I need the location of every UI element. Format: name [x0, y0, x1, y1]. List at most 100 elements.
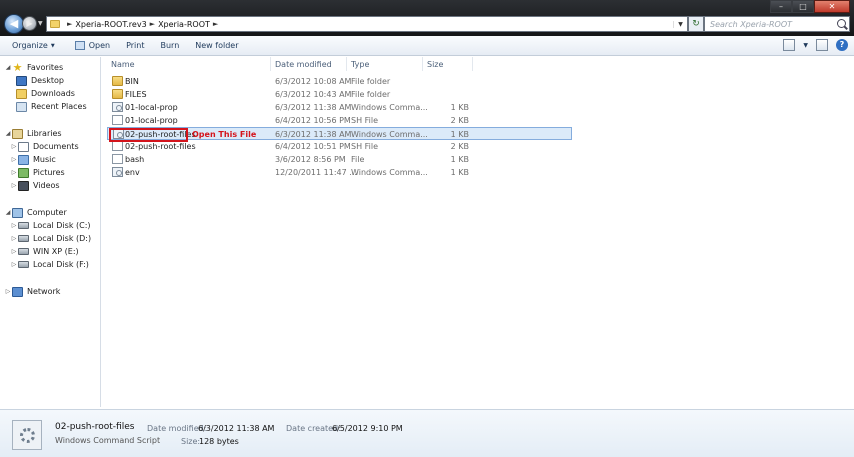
expand-right-icon[interactable]: ▷: [10, 235, 18, 242]
details-size-label: Size:: [181, 437, 201, 446]
refresh-button[interactable]: ↻: [688, 16, 704, 32]
nav-documents[interactable]: ▷ Documents: [10, 140, 79, 153]
nav-drive-c[interactable]: ▷ Local Disk (C:): [10, 219, 91, 232]
folder-icon: [50, 20, 60, 28]
address-bar[interactable]: ► Xperia-ROOT.rev3 ► Xperia-ROOT ► ▼: [46, 16, 688, 32]
nav-libraries[interactable]: ◢ Libraries: [4, 127, 62, 140]
breadcrumb-xperia-root-rev3[interactable]: Xperia-ROOT.rev3: [75, 20, 146, 29]
details-size: 128 bytes: [199, 437, 239, 446]
breadcrumb-xperia-root[interactable]: Xperia-ROOT: [158, 20, 210, 29]
column-header-size[interactable]: Size: [423, 57, 473, 71]
nav-downloads[interactable]: Downloads: [16, 87, 75, 100]
nav-recent-places[interactable]: Recent Places: [16, 100, 87, 113]
nav-label: Local Disk (D:): [33, 234, 92, 243]
expand-down-icon[interactable]: ◢: [4, 130, 12, 137]
file-row-bash[interactable]: bash 3/6/2012 8:56 PM File 1 KB: [107, 153, 572, 166]
expand-down-icon[interactable]: ◢: [4, 64, 12, 71]
open-button[interactable]: Open: [69, 41, 116, 50]
file-list: Name Date modified Type Size BIN 6/3/201…: [102, 57, 854, 407]
nav-label: Downloads: [31, 89, 75, 98]
new-folder-button[interactable]: New folder: [189, 41, 244, 50]
back-button[interactable]: ◀: [4, 14, 24, 34]
expand-right-icon[interactable]: ▷: [4, 288, 12, 295]
minimize-button[interactable]: –: [770, 0, 792, 13]
expand-right-icon[interactable]: ▷: [10, 156, 18, 163]
expand-right-icon[interactable]: ▷: [10, 182, 18, 189]
column-header-type[interactable]: Type: [347, 57, 423, 71]
file-row-01-local-prop-cmd[interactable]: 01-local-prop 6/3/2012 11:38 AM Windows …: [107, 101, 572, 114]
nav-drive-e[interactable]: ▷ WIN XP (E:): [10, 245, 79, 258]
recent-pages-dropdown[interactable]: ▼: [38, 20, 43, 27]
organize-button[interactable]: Organize ▼: [0, 41, 61, 50]
file-type: SH File: [351, 142, 379, 151]
preview-pane-icon[interactable]: [816, 39, 828, 51]
file-icon: [112, 154, 123, 164]
file-name: 01-local-prop: [125, 103, 178, 112]
chevron-right-icon[interactable]: ►: [213, 20, 218, 28]
new-folder-label: New folder: [195, 41, 239, 50]
nav-label: Music: [33, 155, 56, 164]
file-name: 01-local-prop: [125, 116, 178, 125]
command-script-icon: [112, 102, 123, 112]
print-button[interactable]: Print: [120, 41, 150, 50]
file-type: File folder: [351, 77, 391, 86]
nav-label: Favorites: [27, 63, 64, 72]
expand-right-icon[interactable]: ▷: [10, 261, 18, 268]
navigation-pane: ◢ ★ Favorites Desktop Downloads Recent P…: [0, 57, 101, 407]
nav-desktop[interactable]: Desktop: [16, 74, 64, 87]
music-icon: [18, 154, 29, 165]
help-icon[interactable]: ?: [836, 39, 848, 51]
nav-label: Desktop: [31, 76, 64, 85]
file-row-files[interactable]: FILES 6/3/2012 10:43 AM File folder: [107, 88, 572, 101]
column-header-name[interactable]: Name: [107, 57, 271, 71]
nav-network[interactable]: ▷ Network: [4, 285, 60, 298]
star-icon: ★: [12, 60, 23, 74]
details-date-modified: 6/3/2012 11:38 AM: [198, 424, 275, 433]
search-input[interactable]: Search Xperia-ROOT: [704, 16, 850, 32]
nav-drive-d[interactable]: ▷ Local Disk (D:): [10, 232, 91, 245]
annotation-highlight-box: [109, 128, 188, 142]
file-row-env[interactable]: env 12/20/2011 11:47 ... Windows Comma..…: [107, 166, 572, 179]
search-icon[interactable]: [837, 19, 846, 28]
burn-button[interactable]: Burn: [154, 41, 185, 50]
column-header-date-modified[interactable]: Date modified: [271, 57, 347, 71]
window-controls: – □ ✕: [770, 0, 850, 13]
file-row-bin[interactable]: BIN 6/3/2012 10:08 AM File folder: [107, 75, 572, 88]
file-name: bash: [125, 155, 145, 164]
file-name: env: [125, 168, 140, 177]
expand-right-icon[interactable]: ▷: [10, 143, 18, 150]
forward-button[interactable]: ▶: [22, 16, 37, 31]
file-size: 1 KB: [450, 168, 469, 177]
expand-down-icon[interactable]: ◢: [4, 209, 12, 216]
expand-right-icon[interactable]: ▷: [10, 169, 18, 176]
file-row-01-local-prop-sh[interactable]: 01-local-prop 6/4/2012 10:56 PM SH File …: [107, 114, 572, 127]
nav-pictures[interactable]: ▷ Pictures: [10, 166, 65, 179]
change-view-icon[interactable]: [783, 39, 796, 51]
file-date: 3/6/2012 8:56 PM: [275, 155, 346, 164]
nav-drive-f[interactable]: ▷ Local Disk (F:): [10, 258, 89, 271]
nav-favorites[interactable]: ◢ ★ Favorites: [4, 61, 63, 74]
chevron-right-icon[interactable]: ►: [150, 20, 155, 28]
title-bar: ◀ ▶ ▼ ► Xperia-ROOT.rev3 ► Xperia-ROOT ►…: [0, 0, 854, 36]
file-type: Windows Comma...: [351, 130, 428, 139]
details-file-name: 02-push-root-files: [55, 422, 135, 432]
chevron-right-icon[interactable]: ►: [67, 20, 72, 28]
maximize-button[interactable]: □: [792, 0, 814, 13]
nav-computer[interactable]: ◢ Computer: [4, 206, 67, 219]
file-icon: [112, 115, 123, 125]
nav-videos[interactable]: ▷ Videos: [10, 179, 60, 192]
open-icon: [74, 41, 85, 50]
command-script-icon: [112, 167, 123, 177]
close-button[interactable]: ✕: [814, 0, 850, 13]
address-dropdown-icon[interactable]: ▼: [673, 20, 687, 28]
details-date-created: 6/5/2012 9:10 PM: [332, 424, 403, 433]
recent-places-icon: [16, 101, 27, 112]
annotation-open-this-file: Open This File: [192, 130, 257, 139]
file-type: Windows Comma...: [351, 168, 428, 177]
nav-label: Computer: [27, 208, 67, 217]
folder-icon: [112, 76, 123, 86]
expand-right-icon[interactable]: ▷: [10, 222, 18, 229]
expand-right-icon[interactable]: ▷: [10, 248, 18, 255]
chevron-down-icon[interactable]: ▼: [803, 42, 808, 49]
nav-music[interactable]: ▷ Music: [10, 153, 56, 166]
